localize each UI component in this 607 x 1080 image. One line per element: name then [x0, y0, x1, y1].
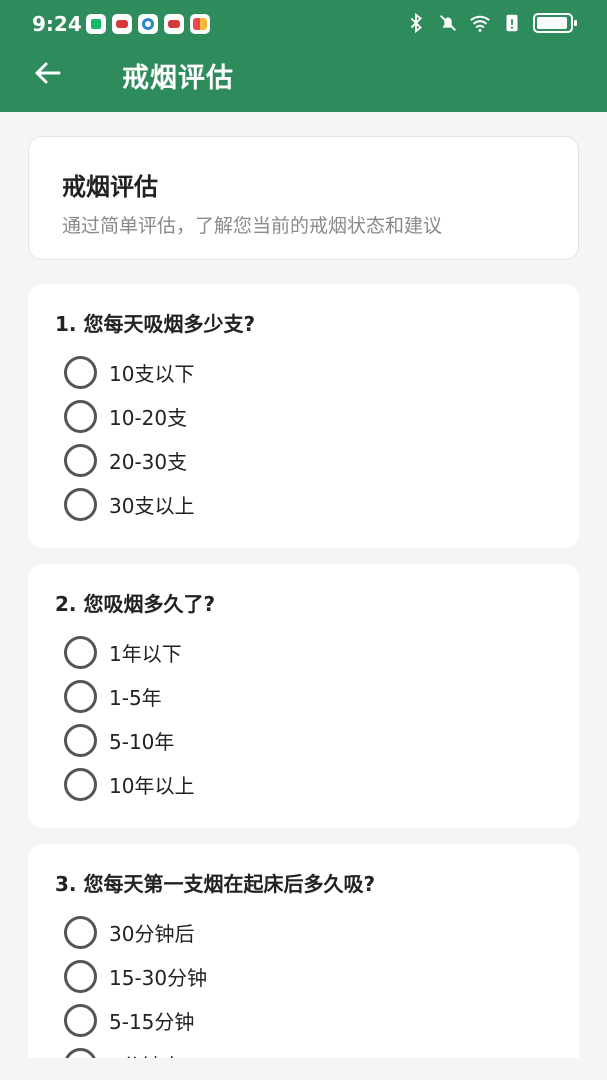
- option-label: 20-30支: [109, 449, 188, 474]
- question-title: 3. 您每天第一支烟在起床后多久吸?: [55, 872, 376, 896]
- bluetooth-icon: [410, 12, 422, 34]
- radio-button[interactable]: [64, 767, 97, 801]
- option-label: 1-5年: [109, 685, 162, 710]
- radio-button[interactable]: [64, 1003, 97, 1037]
- battery-saver-icon: [506, 14, 518, 32]
- question-card-3: 3. 您每天第一支烟在起床后多久吸? 30分钟后 15-30分钟 5-15分钟 …: [28, 844, 579, 1058]
- app-header: 9:24 戒烟评估: [0, 0, 607, 112]
- app-screen: 9:24 戒烟评估 戒烟评估 通过简单评估，了解您当前的戒烟状态和建议 1. 您…: [0, 0, 607, 1080]
- option-over-10-years[interactable]: 10年以上: [64, 764, 544, 804]
- radio-button[interactable]: [64, 635, 97, 669]
- multicolor-app-icon: [190, 14, 210, 34]
- option-under-1-year[interactable]: 1年以下: [64, 632, 544, 672]
- option-label: 5-10年: [109, 729, 175, 754]
- radio-button[interactable]: [64, 723, 97, 757]
- question-card-2: 2. 您吸烟多久了? 1年以下 1-5年 5-10年 10年以上: [28, 564, 579, 828]
- red-app-icon: [112, 14, 132, 34]
- page-title: 戒烟评估: [122, 63, 234, 94]
- option-10-20[interactable]: 10-20支: [64, 396, 544, 436]
- option-label: 15-30分钟: [109, 965, 208, 990]
- radio-button[interactable]: [64, 1047, 97, 1058]
- intro-card: 戒烟评估 通过简单评估，了解您当前的戒烟状态和建议: [28, 136, 579, 260]
- option-label: 30支以上: [109, 493, 195, 518]
- blue-app-icon: [138, 14, 158, 34]
- intro-title: 戒烟评估: [62, 173, 158, 201]
- option-label: 5-15分钟: [109, 1009, 195, 1034]
- bottom-bar: [0, 1058, 607, 1080]
- question-title: 2. 您吸烟多久了?: [55, 592, 216, 616]
- assessment-content[interactable]: 戒烟评估 通过简单评估，了解您当前的戒烟状态和建议 1. 您每天吸烟多少支? 1…: [0, 112, 607, 1058]
- option-1-5-years[interactable]: 1-5年: [64, 676, 544, 716]
- option-10-or-less[interactable]: 10支以下: [64, 352, 544, 392]
- option-within-5-min[interactable]: 5分钟内: [64, 1044, 544, 1058]
- question-title: 1. 您每天吸烟多少支?: [55, 312, 256, 336]
- status-time: 9:24: [32, 12, 82, 36]
- option-label: 30分钟后: [109, 921, 195, 946]
- radio-button[interactable]: [64, 443, 97, 477]
- radio-button[interactable]: [64, 915, 97, 949]
- notification-icons: [86, 14, 210, 34]
- option-15-30-min[interactable]: 15-30分钟: [64, 956, 544, 996]
- intro-subtitle: 通过简单评估，了解您当前的戒烟状态和建议: [62, 215, 443, 237]
- radio-button[interactable]: [64, 487, 97, 521]
- option-5-10-years[interactable]: 5-10年: [64, 720, 544, 760]
- option-label: 10-20支: [109, 405, 188, 430]
- option-after-30-min[interactable]: 30分钟后: [64, 912, 544, 952]
- option-label: 10支以下: [109, 361, 195, 386]
- mute-icon: [440, 15, 456, 31]
- system-icons: [405, 12, 577, 34]
- back-button[interactable]: [28, 54, 66, 92]
- green-app-icon: [86, 14, 106, 34]
- question-card-1: 1. 您每天吸烟多少支? 10支以下 10-20支 20-30支 30支以上: [28, 284, 579, 548]
- radio-button[interactable]: [64, 355, 97, 389]
- option-30-plus[interactable]: 30支以上: [64, 484, 544, 524]
- red-app-icon: [164, 14, 184, 34]
- radio-button[interactable]: [64, 679, 97, 713]
- status-bar: 9:24: [0, 0, 607, 48]
- radio-button[interactable]: [64, 959, 97, 993]
- radio-button[interactable]: [64, 399, 97, 433]
- battery-icon: [533, 13, 577, 33]
- option-5-15-min[interactable]: 5-15分钟: [64, 1000, 544, 1040]
- option-20-30[interactable]: 20-30支: [64, 440, 544, 480]
- option-label: 5分钟内: [109, 1050, 182, 1059]
- arrow-left-icon: [35, 62, 61, 84]
- option-label: 10年以上: [109, 773, 195, 798]
- wifi-icon: [470, 15, 490, 32]
- option-label: 1年以下: [109, 641, 182, 666]
